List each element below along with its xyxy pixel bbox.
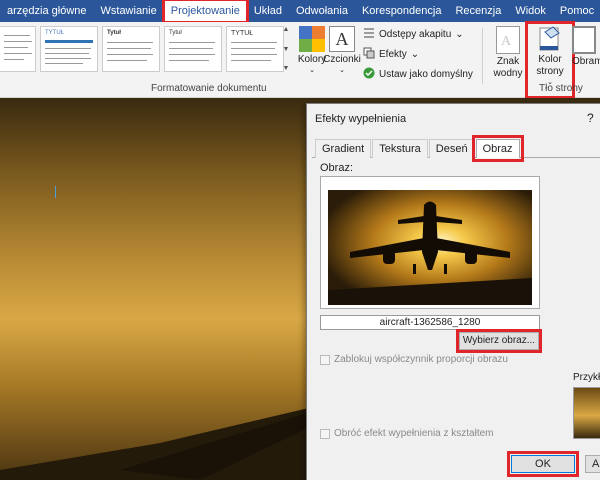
page-borders-icon <box>572 26 596 54</box>
menu-tab-home[interactable]: arzędzia główne <box>0 0 94 22</box>
aircraft-preview-image <box>328 190 532 305</box>
tab-gradient[interactable]: Gradient <box>315 139 372 158</box>
background-group-label: Tło strony <box>539 83 583 94</box>
menu-tab-references[interactable]: Odwołania <box>289 0 355 22</box>
chevron-up-icon[interactable]: ▲ <box>283 26 290 33</box>
svg-text:A: A <box>501 34 512 49</box>
sample-preview <box>573 387 600 439</box>
chevron-down-icon: ⌄ <box>455 28 464 40</box>
chevron-down-icon[interactable]: ▼ <box>283 46 290 53</box>
tab-texture[interactable]: Tekstura <box>372 139 428 158</box>
tab-pattern[interactable]: Deseń <box>428 139 475 158</box>
fonts-label: Czcionki <box>323 54 361 65</box>
menu-tab-help[interactable]: Pomoc <box>553 0 600 22</box>
lock-aspect-checkbox[interactable] <box>320 354 330 365</box>
style-gallery: TYTUŁ Tytuł Tytuł TYTUŁ <box>0 26 284 72</box>
paragraph-spacing-label: Odstępy akapitu <box>379 28 452 40</box>
style-thumb-title: TYTUŁ <box>231 30 254 37</box>
checkmark-icon <box>363 67 375 82</box>
fonts-icon: A <box>329 26 355 52</box>
more-icon[interactable]: ▼ <box>283 65 290 72</box>
tab-picture[interactable]: Obraz <box>471 135 524 162</box>
gallery-scroll[interactable]: ▲ ▼ ▼ <box>280 26 292 72</box>
style-thumb[interactable]: TYTUŁ <box>226 26 284 72</box>
chevron-down-icon: ⌄ <box>339 67 345 74</box>
chevron-down-icon: ⌄ <box>410 48 420 60</box>
cancel-button[interactable]: Anuluj <box>585 455 600 473</box>
ok-button[interactable]: OK <box>507 451 579 477</box>
format-group-label: Formatowanie dokumentu <box>151 83 267 94</box>
effects-icon <box>363 47 375 62</box>
watermark-icon: A <box>496 26 520 54</box>
menu-tab-mailings[interactable]: Korespondencja <box>355 0 449 22</box>
style-thumb[interactable] <box>0 26 36 72</box>
page-color-icon <box>537 24 563 52</box>
effects-label: Efekty <box>379 48 407 60</box>
picture-label: Obraz: <box>320 162 354 174</box>
style-thumb-title: Tytuł <box>107 30 121 36</box>
format-commands: Odstępy akapitu ⌄ Efekty ⌄ Ustaw jako do… <box>363 26 473 82</box>
set-default-label: Ustaw jako domyślny <box>379 68 473 80</box>
chevron-down-icon: ⌄ <box>309 67 315 74</box>
help-button[interactable]: ? <box>587 111 594 125</box>
style-thumb-title: Tytuł <box>169 30 182 36</box>
menu-tab-insert[interactable]: Wstawianie <box>94 0 164 22</box>
effects-button[interactable]: Efekty ⌄ <box>363 46 473 62</box>
menu-bar: arzędzia główne Wstawianie Projektowanie… <box>0 0 600 24</box>
lock-aspect-label: Zablokuj współczynnik proporcji obrazu <box>334 354 508 365</box>
menu-tab-view[interactable]: Widok <box>508 0 553 22</box>
page-color-label: Kolor strony <box>536 54 564 77</box>
style-thumb-title: TYTUŁ <box>45 30 65 36</box>
lock-aspect-row: Zablokuj współczynnik proporcji obrazu <box>320 354 508 365</box>
choose-picture-button[interactable]: Wybierz obraz... <box>456 329 542 353</box>
dialog-title: Efekty wypełnienia <box>315 113 407 125</box>
rotate-with-shape-label: Obróć efekt wypełnienia z kształtem <box>334 428 494 439</box>
ribbon: TYTUŁ Tytuł Tytuł TYTUŁ ▲ ▼ ▼ Kolory ⌄ A… <box>0 21 600 99</box>
style-thumb[interactable]: TYTUŁ <box>40 26 98 72</box>
set-default-button[interactable]: Ustaw jako domyślny <box>363 66 473 82</box>
separator <box>482 28 483 84</box>
rotate-with-shape-checkbox[interactable] <box>320 428 330 439</box>
menu-tab-design[interactable]: Projektowanie <box>161 0 249 24</box>
dialog-tabs: Gradient Tekstura Deseń Obraz <box>315 135 524 162</box>
picture-preview <box>320 176 540 309</box>
paragraph-spacing-icon <box>363 27 375 42</box>
style-thumb[interactable]: Tytuł <box>164 26 222 72</box>
sample-label: Przykład <box>573 372 600 383</box>
page-borders-label: Obram <box>572 56 600 67</box>
style-thumb[interactable]: Tytuł <box>102 26 160 72</box>
fill-effects-dialog: Efekty wypełnienia ? Gradient Tekstura D… <box>306 103 600 480</box>
paragraph-spacing-button[interactable]: Odstępy akapitu ⌄ <box>363 26 473 42</box>
rotate-with-shape-row: Obróć efekt wypełnienia z kształtem <box>320 428 494 439</box>
picture-filename: aircraft-1362586_1280 <box>320 315 540 330</box>
page-borders-button[interactable]: Obram <box>572 26 600 68</box>
menu-tab-layout[interactable]: Układ <box>247 0 289 22</box>
watermark-button[interactable]: A Znak wodny <box>488 26 528 80</box>
watermark-label: Znak wodny <box>493 56 523 79</box>
fonts-button[interactable]: A Czcionki ⌄ <box>322 26 362 74</box>
menu-tab-review[interactable]: Recenzja <box>448 0 508 22</box>
